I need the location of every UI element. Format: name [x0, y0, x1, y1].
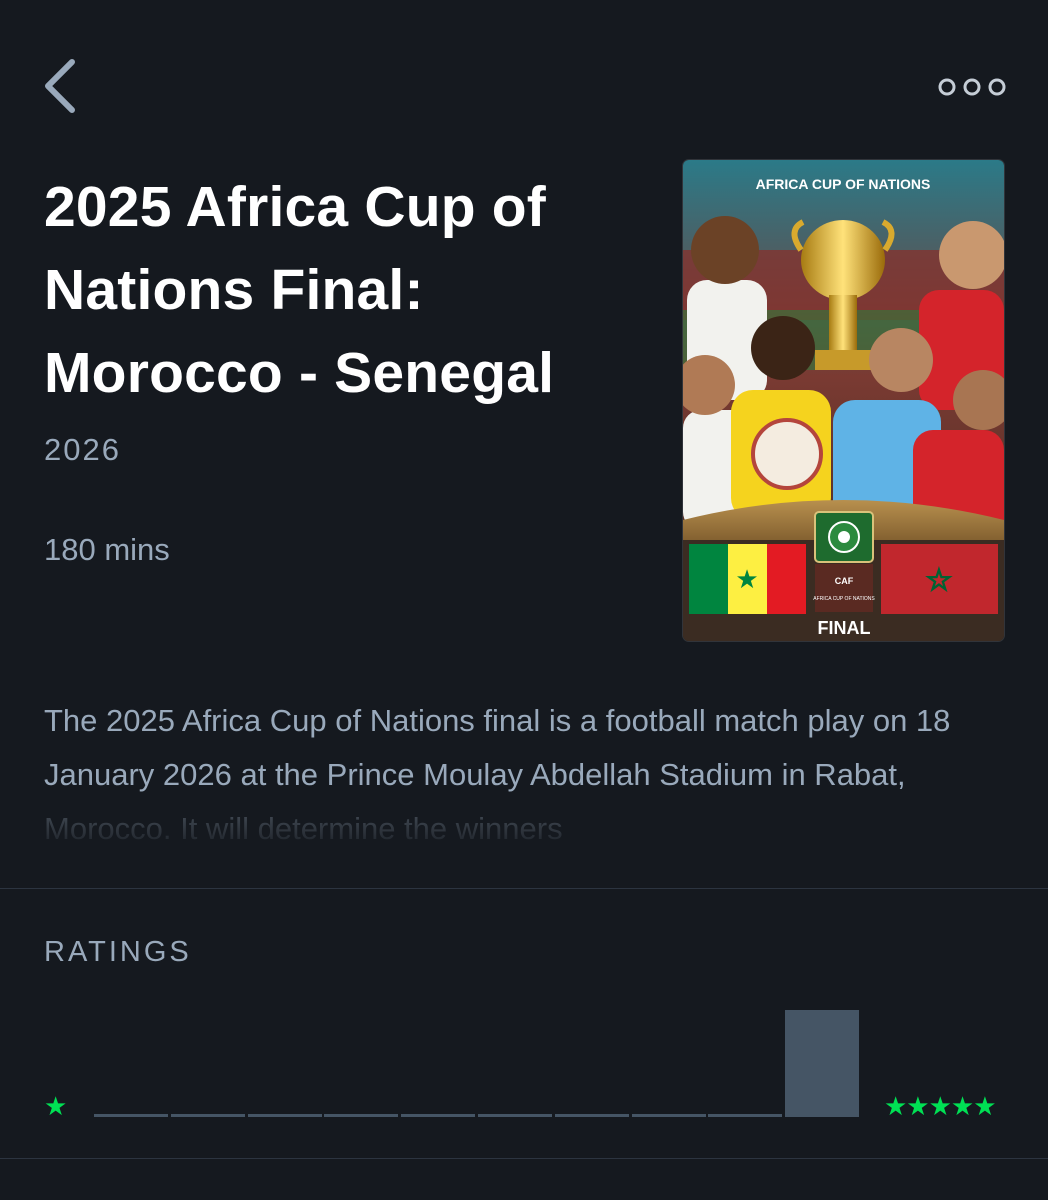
synopsis[interactable]: The 2025 Africa Cup of Nations final is …	[44, 694, 1004, 854]
histogram-bar[interactable]	[554, 1114, 629, 1117]
top-bar	[0, 0, 1048, 140]
divider	[0, 888, 1048, 889]
runtime: 180 mins	[44, 532, 170, 567]
one-star-label: ★	[44, 1091, 68, 1121]
poster-badge-text: AFRICA CUP OF NATIONS	[813, 596, 875, 602]
more-options-button[interactable]	[934, 72, 1010, 102]
poster-footer-text: FINAL	[818, 618, 871, 638]
five-star-label: ★★★★★	[884, 1091, 997, 1121]
histogram-bar[interactable]	[94, 1114, 168, 1117]
svg-text:★: ★	[735, 564, 758, 594]
histogram-bar[interactable]	[631, 1114, 706, 1117]
more-horizontal-icon	[938, 78, 1006, 96]
poster-badge-org: CAF	[835, 576, 854, 586]
synopsis-fade	[44, 798, 1004, 854]
histogram-bar[interactable]	[785, 1010, 860, 1117]
histogram-bar[interactable]	[170, 1114, 245, 1117]
morocco-flag: ☆	[881, 544, 998, 614]
chevron-left-icon	[45, 59, 75, 113]
histogram-bar[interactable]	[247, 1114, 322, 1117]
senegal-flag: ★	[689, 544, 806, 614]
divider	[0, 1158, 1048, 1159]
back-button[interactable]	[38, 56, 82, 116]
svg-text:☆: ☆	[926, 564, 953, 597]
poster-image[interactable]: AFRICA CUP OF NATIONS ★ ☆ CAF AFRICA CUP…	[683, 160, 1004, 641]
ratings-histogram[interactable]	[94, 1000, 860, 1117]
film-title: 2025 Africa Cup of Nations Final: Morocc…	[44, 175, 555, 405]
poster-header-text: AFRICA CUP OF NATIONS	[756, 176, 931, 192]
ratings-heading: RATINGS	[44, 936, 192, 968]
histogram-bar[interactable]	[478, 1114, 552, 1117]
histogram-bar[interactable]	[708, 1114, 783, 1117]
release-year[interactable]: 2026	[44, 432, 121, 468]
histogram-bar[interactable]	[401, 1114, 476, 1117]
histogram-bar[interactable]	[324, 1114, 399, 1117]
